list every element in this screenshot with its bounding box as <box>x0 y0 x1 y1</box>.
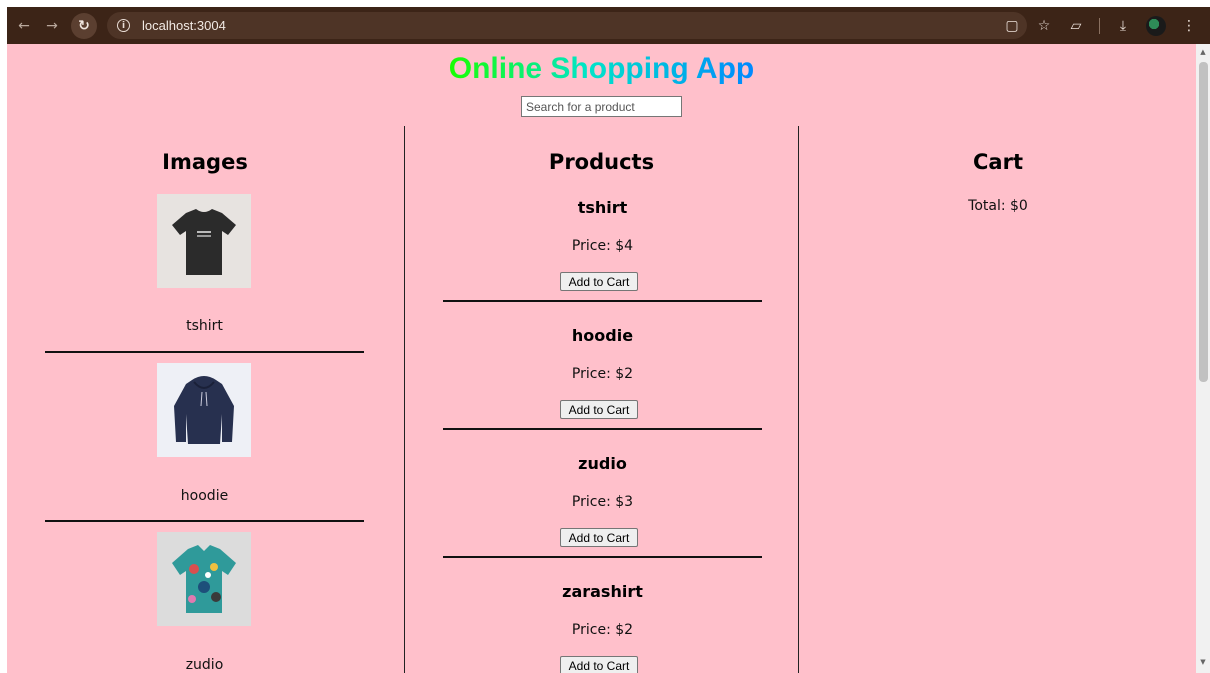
products-heading: Products <box>548 150 655 174</box>
add-to-cart-button[interactable]: Add to Cart <box>560 528 638 547</box>
info-icon[interactable]: i <box>117 19 130 32</box>
add-to-cart-button[interactable]: Add to Cart <box>560 656 638 673</box>
tshirt-image <box>157 194 251 288</box>
products-column: Products tshirt Price: $4 Add to Cart ho… <box>404 126 799 673</box>
cast-icon[interactable]: ▢ <box>1003 17 1021 35</box>
printed-shirt-image <box>157 532 251 626</box>
arrow-left-icon[interactable]: ← <box>13 15 35 37</box>
divider <box>45 351 364 353</box>
product-price: Price: $4 <box>571 238 634 254</box>
images-heading: Images <box>162 150 248 174</box>
page-viewport: Online Shopping App Images tshirt <box>7 44 1196 673</box>
divider <box>443 556 762 558</box>
page-scrollbar[interactable]: ▲ ▼ <box>1196 44 1210 673</box>
profile-avatar[interactable] <box>1146 15 1166 36</box>
cart-column: Cart Total: $0 <box>800 126 1196 673</box>
product-price: Price: $2 <box>571 622 634 638</box>
cart-heading: Cart <box>973 150 1023 174</box>
images-column: Images tshirt hoodie zudio <box>7 126 403 673</box>
star-icon[interactable]: ☆ <box>1035 17 1053 35</box>
cart-total: Total: $0 <box>968 198 1028 214</box>
toolbar-divider <box>1099 17 1100 34</box>
hoodie-image <box>157 363 251 457</box>
product-price: Price: $3 <box>571 494 634 510</box>
reload-icon[interactable]: ↻ <box>71 12 97 39</box>
extensions-icon[interactable]: ▱ <box>1067 17 1085 35</box>
image-label: hoodie <box>180 488 229 504</box>
browser-toolbar: ← → ↻ i localhost:3004 ▢ ☆ ▱ ⤓ ⋮ <box>7 7 1210 44</box>
download-icon[interactable]: ⤓ <box>1114 17 1132 35</box>
kebab-menu-icon[interactable]: ⋮ <box>1180 17 1198 35</box>
divider <box>45 520 364 522</box>
scroll-thumb[interactable] <box>1199 62 1208 382</box>
product-price: Price: $2 <box>571 366 634 382</box>
product-name: tshirt <box>577 198 628 217</box>
url-text[interactable]: localhost:3004 <box>142 18 226 33</box>
divider <box>443 428 762 430</box>
page-title-text: Online Shopping App <box>448 52 755 85</box>
product-name: zarashirt <box>562 582 643 601</box>
page-title: Online Shopping App <box>7 52 1196 86</box>
scroll-up-icon[interactable]: ▲ <box>1199 48 1207 56</box>
product-name: hoodie <box>571 326 634 345</box>
divider <box>443 300 762 302</box>
add-to-cart-button[interactable]: Add to Cart <box>560 272 638 291</box>
image-label: tshirt <box>186 318 223 334</box>
image-label: zudio <box>185 657 224 673</box>
add-to-cart-button[interactable]: Add to Cart <box>560 400 638 419</box>
scroll-down-icon[interactable]: ▼ <box>1199 658 1207 666</box>
arrow-right-icon[interactable]: → <box>41 15 63 37</box>
address-bar[interactable]: i localhost:3004 <box>107 12 1027 39</box>
product-name: zudio <box>578 454 627 473</box>
search-input[interactable] <box>521 96 682 117</box>
